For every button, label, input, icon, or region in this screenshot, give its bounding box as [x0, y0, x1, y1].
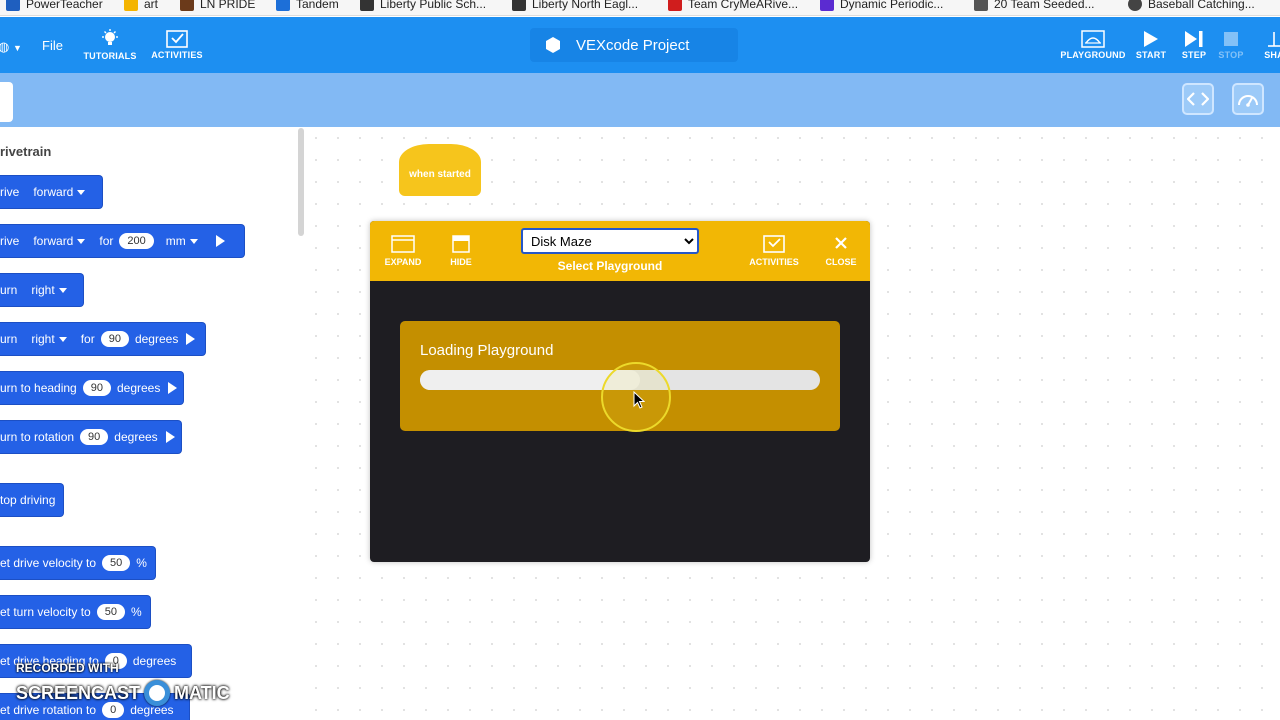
category-tab[interactable]: [0, 82, 13, 122]
playground-select[interactable]: Disk Maze: [521, 228, 699, 254]
close-button[interactable]: CLOSE: [824, 221, 858, 281]
chevron-down-icon: [58, 287, 67, 293]
bracket-icon: [974, 0, 988, 11]
turn-to-heading-block[interactable]: urn to heading 90 degrees: [0, 371, 184, 405]
mascot-icon: [180, 0, 194, 11]
file-menu[interactable]: File: [42, 38, 63, 53]
gc-icon: [512, 0, 526, 11]
chevron-down-icon: [77, 189, 86, 195]
play-icon[interactable]: [186, 333, 196, 345]
units-dropdown[interactable]: mm: [166, 234, 198, 248]
play-icon[interactable]: [165, 431, 175, 443]
play-icon[interactable]: [168, 382, 178, 394]
step-button[interactable]: STEP: [1178, 17, 1210, 73]
bookmark-powerteacher[interactable]: PowerTeacher: [6, 0, 103, 11]
palette-scrollbar[interactable]: [298, 128, 304, 236]
turn-for-block[interactable]: urn right for 90 degrees: [0, 322, 206, 356]
bookmark-liberty-north[interactable]: Liberty North Eagl...: [512, 0, 638, 11]
turn-block[interactable]: urn right: [0, 273, 84, 307]
bookmark-ln-pride[interactable]: LN PRIDE: [180, 0, 255, 11]
watermark-recorded-with: RECORDED WITH: [16, 661, 119, 675]
lightbulb-icon: [102, 29, 118, 45]
activities-icon: [166, 30, 188, 48]
bookmark-liberty-public[interactable]: Liberty Public Sch...: [360, 0, 486, 11]
chevron-down-icon: ▼: [12, 43, 22, 53]
language-menu[interactable]: ◍ ▼: [0, 39, 22, 55]
heading-input[interactable]: 90: [82, 380, 111, 396]
tandem-icon: [276, 0, 290, 11]
chevron-down-icon: [189, 238, 198, 244]
set-drive-velocity-block[interactable]: et drive velocity to 50 %: [0, 546, 156, 580]
tutorials-button[interactable]: TUTORIALS: [83, 17, 136, 73]
project-name-field[interactable]: VEXcode Project: [530, 28, 738, 62]
sub-toolbar: [0, 73, 1280, 127]
ptable-icon: [820, 0, 834, 11]
stop-button[interactable]: STOP: [1214, 17, 1248, 73]
main-toolbar: ◍ ▼ File TUTORIALS ACTIVITIES VEXcode Pr…: [0, 17, 1280, 73]
select-playground-label: Select Playground: [557, 259, 663, 273]
stop-icon: [1224, 32, 1238, 46]
rotation-input[interactable]: 90: [80, 429, 109, 445]
powerteacher-icon: [6, 0, 20, 11]
globe-icon: ◍: [0, 39, 10, 54]
turn-direction-dropdown[interactable]: right: [31, 283, 67, 297]
step-icon: [1185, 31, 1203, 47]
when-started-block[interactable]: when started: [399, 144, 481, 196]
district-icon: [360, 0, 374, 11]
playground-icon: [1081, 30, 1105, 48]
drive-for-block[interactable]: rive forward for 200 mm: [0, 224, 245, 258]
expand-icon: [391, 235, 415, 253]
playground-activities-button[interactable]: ACTIVITIES: [746, 221, 802, 281]
hide-button[interactable]: HIDE: [446, 221, 476, 281]
bookmark-team-crymeariver[interactable]: Team CryMeARive...: [668, 0, 798, 11]
distance-input[interactable]: 200: [119, 233, 154, 249]
share-icon: [1268, 32, 1280, 47]
vex-hex-icon: [546, 37, 560, 53]
hide-icon: [452, 235, 470, 253]
screencast-watermark: SCREENCAST MATIC: [16, 680, 230, 706]
bookmark-art[interactable]: art: [124, 0, 158, 11]
drive-block[interactable]: rive forward: [0, 175, 103, 209]
bookmark-tandem[interactable]: Tandem: [276, 0, 339, 11]
chevron-down-icon: [77, 238, 86, 244]
turn-to-rotation-block[interactable]: urn to rotation 90 degrees: [0, 420, 182, 454]
share-button[interactable]: SHA: [1262, 17, 1280, 73]
bookmark-20-team-seeded[interactable]: 20 Team Seeded...: [974, 0, 1095, 11]
angle-input[interactable]: 90: [100, 331, 129, 347]
chevron-down-icon: [58, 336, 67, 342]
expand-button[interactable]: EXPAND: [382, 221, 424, 281]
playground-header: EXPAND HIDE Disk Maze Select Playground …: [370, 221, 870, 281]
loading-text: Loading Playground: [420, 342, 554, 359]
bookmark-baseball-catching[interactable]: Baseball Catching...: [1128, 0, 1255, 11]
code-icon: [1187, 92, 1209, 106]
team-icon: [668, 0, 682, 11]
turn-direction-dropdown[interactable]: right: [31, 332, 67, 346]
stop-driving-block[interactable]: top driving: [0, 483, 64, 517]
category-title: rivetrain: [0, 144, 52, 159]
play-icon[interactable]: [215, 235, 225, 247]
bookmark-dynamic-periodic[interactable]: Dynamic Periodic...: [820, 0, 943, 11]
screencast-logo-icon: [144, 680, 171, 706]
play-icon: [1144, 31, 1158, 47]
mouse-cursor-icon: [633, 391, 645, 409]
baseball-icon: [1128, 0, 1142, 11]
turn-velocity-input[interactable]: 50: [96, 604, 125, 620]
activities-button[interactable]: ACTIVITIES: [150, 17, 204, 73]
set-turn-velocity-block[interactable]: et turn velocity to 50 %: [0, 595, 151, 629]
code-viewer-button[interactable]: [1182, 83, 1214, 115]
activities-icon: [763, 235, 785, 253]
classroom-icon: [124, 0, 138, 11]
direction-dropdown[interactable]: forward: [33, 234, 86, 248]
direction-dropdown[interactable]: forward: [33, 185, 86, 199]
dashboard-button[interactable]: [1232, 83, 1264, 115]
close-icon: [835, 237, 847, 249]
gauge-icon: [1238, 95, 1258, 107]
start-button[interactable]: START: [1134, 17, 1168, 73]
playground-button[interactable]: PLAYGROUND: [1060, 17, 1126, 73]
drive-velocity-input[interactable]: 50: [102, 555, 131, 571]
bookmarks-bar: PowerTeacher art LN PRIDE Tandem Liberty…: [0, 0, 1280, 16]
